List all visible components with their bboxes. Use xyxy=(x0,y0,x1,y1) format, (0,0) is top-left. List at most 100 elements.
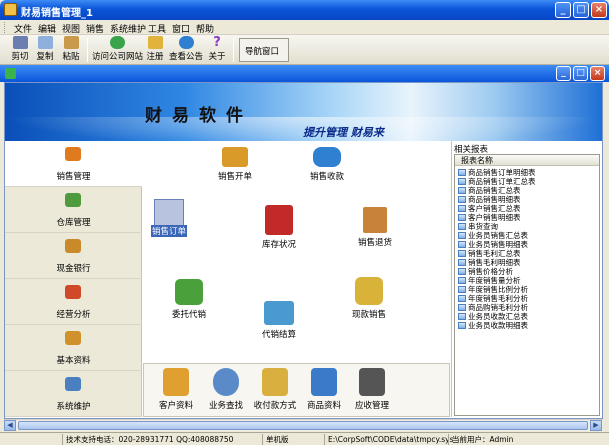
child-maximize-button[interactable]: □ xyxy=(573,66,588,81)
scissors-icon xyxy=(12,36,28,49)
report-item[interactable]: 商品销售汇总表 xyxy=(458,186,521,195)
report-item[interactable]: 商品销售订单明细表 xyxy=(458,168,536,177)
visit-website-button[interactable]: 访问公司网站 xyxy=(92,36,143,64)
report-icon xyxy=(458,322,466,329)
scroll-right-arrow-icon[interactable]: ▶ xyxy=(590,420,602,431)
inventory-status[interactable]: 库存状况 xyxy=(257,205,301,250)
sales-receipt-icon xyxy=(313,147,341,167)
report-icon xyxy=(458,232,466,239)
earth-icon xyxy=(178,36,194,49)
sales-icon xyxy=(65,147,81,161)
paste-button[interactable]: 粘贴 xyxy=(61,36,81,64)
child-minimize-button[interactable]: _ xyxy=(556,66,571,81)
report-item[interactable]: 业务员收款汇总表 xyxy=(458,312,528,321)
report-item[interactable]: 商品销售明细表 xyxy=(458,195,521,204)
sales-receipt[interactable]: 销售收款 xyxy=(305,147,349,182)
report-icon xyxy=(458,205,466,212)
report-item[interactable]: 销售毛利明细表 xyxy=(458,258,521,267)
banner-slogan: 提升管理 财易来 xyxy=(303,126,384,139)
banner: 财易软件 提升管理 财易来 xyxy=(5,83,602,141)
toolbar-separator xyxy=(87,38,88,62)
report-icon xyxy=(458,187,466,194)
report-item[interactable]: 年度销售毛利分析 xyxy=(458,294,528,303)
nav-basic-data[interactable]: 基本资料 xyxy=(5,325,142,371)
sales-return[interactable]: 销售退货 xyxy=(353,207,397,248)
minimize-button[interactable]: _ xyxy=(555,2,571,18)
nav-cash-bank[interactable]: 现金银行 xyxy=(5,233,142,279)
report-item[interactable]: 商品购销毛利分析 xyxy=(458,303,528,312)
menu-help[interactable]: 帮助 xyxy=(196,22,214,35)
title-bar: 财易销售管理_1 _ □ × xyxy=(0,0,609,20)
receivable-management[interactable]: 应收管理 xyxy=(350,368,394,411)
cash-sales[interactable]: 现款销售 xyxy=(347,277,391,320)
consignment-settlement[interactable]: 代销结算 xyxy=(257,301,301,340)
register-button[interactable]: 注册 xyxy=(145,36,165,64)
report-item[interactable]: 客户销售汇总表 xyxy=(458,204,521,213)
menu-edit[interactable]: 编辑 xyxy=(38,22,56,35)
menu-sales[interactable]: 销售 xyxy=(86,22,104,35)
menu-tools[interactable]: 工具 xyxy=(148,22,166,35)
report-item[interactable]: 年度销售量分析 xyxy=(458,276,521,285)
cut-button[interactable]: 剪切 xyxy=(10,36,30,64)
report-item[interactable]: 客户销售明细表 xyxy=(458,213,521,222)
banner-title: 财易软件 xyxy=(145,106,253,126)
feature-panel: 销售开单 销售收款 销售订单 库存状况 销售退货 委托代销 现款销售 代销结算 xyxy=(143,141,450,359)
report-item[interactable]: 销售价格分析 xyxy=(458,267,513,276)
nav-window-button[interactable]: 导航窗口 xyxy=(239,38,289,62)
edition-label: 单机版 xyxy=(262,434,324,445)
support-info: 技术支持电话：020-28931771 QQ:408088750 xyxy=(62,434,262,445)
customer-data[interactable]: 客户资料 xyxy=(154,368,198,411)
horizontal-scrollbar[interactable]: ◀ ▶ xyxy=(4,419,603,431)
child-window-icon xyxy=(5,68,16,79)
report-icon xyxy=(458,286,466,293)
close-button[interactable]: × xyxy=(591,2,607,18)
report-icon xyxy=(458,277,466,284)
data-path: E:\CorpSoft\CODE\data\tmpcy.sys xyxy=(324,434,454,445)
nav-sales-management[interactable]: 销售管理 xyxy=(5,141,142,187)
scroll-left-arrow-icon[interactable]: ◀ xyxy=(4,420,16,431)
menu-system[interactable]: 系统维护 xyxy=(110,22,146,35)
consignment-icon xyxy=(175,279,203,305)
nav-business-analysis[interactable]: 经营分析 xyxy=(5,279,142,325)
copy-icon xyxy=(37,36,53,49)
consignment-sales[interactable]: 委托代销 xyxy=(167,279,211,320)
report-icon xyxy=(458,268,466,275)
sales-order[interactable]: 销售订单 xyxy=(147,199,191,237)
sales-return-icon xyxy=(363,207,387,233)
menu-window[interactable]: 窗口 xyxy=(172,22,190,35)
child-window-title-bar: _ □ × xyxy=(0,65,609,82)
sales-order-doc-icon xyxy=(154,199,184,227)
bank-icon xyxy=(65,239,81,253)
sales-order-entry[interactable]: 销售开单 xyxy=(213,147,257,182)
report-item[interactable]: 业务员销售汇总表 xyxy=(458,231,528,240)
product-data[interactable]: 商品资料 xyxy=(302,368,346,411)
child-close-button[interactable]: × xyxy=(590,66,605,81)
report-item[interactable]: 业务员收款明细表 xyxy=(458,321,528,330)
business-search[interactable]: 业务查找 xyxy=(204,368,248,411)
nav-system-maintenance[interactable]: 系统维护 xyxy=(5,371,142,417)
report-item[interactable]: 年度销售比例分析 xyxy=(458,285,528,294)
report-icon xyxy=(458,250,466,257)
report-icon xyxy=(458,259,466,266)
scroll-thumb[interactable] xyxy=(18,421,588,430)
menu-grip xyxy=(4,22,7,33)
quick-tools: 客户资料 业务查找 收付款方式 商品资料 应收管理 xyxy=(143,363,450,417)
product-icon xyxy=(311,368,337,396)
report-item[interactable]: 业务员销售明细表 xyxy=(458,240,528,249)
menu-view[interactable]: 视图 xyxy=(62,22,80,35)
nav-warehouse-management[interactable]: 仓库管理 xyxy=(5,187,142,233)
register-icon xyxy=(147,36,163,49)
report-item[interactable]: 销售毛利汇总表 xyxy=(458,249,521,258)
copy-button[interactable]: 复制 xyxy=(35,36,55,64)
question-icon: ? xyxy=(213,35,221,50)
maximize-button[interactable]: □ xyxy=(573,2,589,18)
about-button[interactable]: ? 关于 xyxy=(207,36,227,64)
report-icon xyxy=(458,169,466,176)
report-item[interactable]: 串货查询 xyxy=(458,222,498,231)
view-notice-button[interactable]: 查看公告 xyxy=(169,36,203,64)
menu-file[interactable]: 文件 xyxy=(14,22,32,35)
reports-header[interactable]: 报表名称 xyxy=(455,155,599,166)
payment-methods[interactable]: 收付款方式 xyxy=(250,368,300,411)
toolbar: 剪切 复制 粘贴 访问公司网站 注册 查看公告 ? 关于 导航窗口 xyxy=(0,35,609,65)
report-item[interactable]: 商品销售订单汇总表 xyxy=(458,177,536,186)
